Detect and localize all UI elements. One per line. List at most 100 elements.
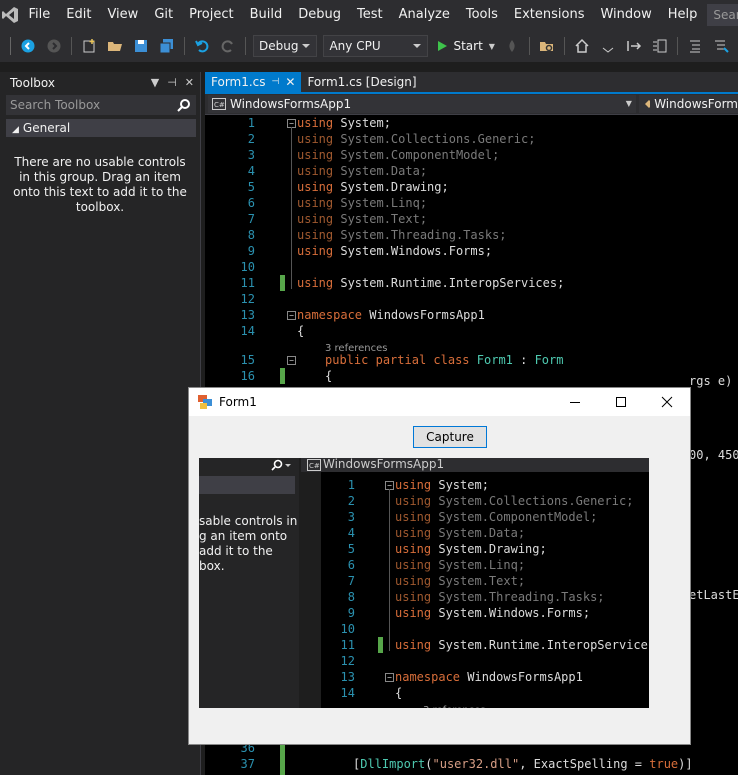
code-line[interactable]: using System.Drawing; <box>297 179 449 195</box>
toolbox-empty-message[interactable]: There are no usable controls in this gro… <box>12 155 188 215</box>
code-line[interactable]: using System; <box>297 115 391 131</box>
pin-tab-icon[interactable]: ⊣ <box>272 72 280 92</box>
menu-project[interactable]: Project <box>181 0 241 30</box>
shot-code-line[interactable]: using System.Windows.Forms; <box>395 605 590 621</box>
code-line[interactable]: [DllImport("user32.dll", ExactSpelling =… <box>353 756 693 772</box>
menu-view[interactable]: View <box>99 0 146 30</box>
new-project-icon[interactable] <box>78 35 100 57</box>
code-text: System.Drawing; <box>333 180 449 194</box>
code-line[interactable]: using System.Linq; <box>297 195 427 211</box>
project-dropdown[interactable]: C# WindowsFormsApp1 ▼ <box>208 95 636 113</box>
find-in-files-icon[interactable] <box>536 35 558 57</box>
keyword: using <box>297 132 334 146</box>
save-icon[interactable] <box>130 35 152 57</box>
menu-edit[interactable]: Edit <box>58 0 99 30</box>
code-line[interactable]: using System.Windows.Forms; <box>297 243 492 259</box>
class-dropdown[interactable]: WindowsForm <box>638 95 738 113</box>
code-line[interactable]: { <box>297 323 304 339</box>
toolbar-overflow-icon[interactable] <box>597 35 619 57</box>
shot-code-line[interactable]: using System.Text; <box>395 573 525 589</box>
open-folder-icon[interactable] <box>104 35 126 57</box>
home-icon[interactable] <box>571 35 593 57</box>
form-title-bar[interactable]: Form1 <box>189 388 690 416</box>
close-icon[interactable]: ✕ <box>185 72 194 94</box>
align-icon[interactable] <box>649 35 671 57</box>
undo-icon[interactable] <box>191 35 213 57</box>
code-line[interactable]: { <box>325 368 332 384</box>
toolbar-grip <box>10 37 11 55</box>
shot-code-line[interactable]: using System.Runtime.InteropServices; <box>395 637 649 653</box>
document-tabs: Form1.cs ⊣ ✕ Form1.cs [Design] <box>205 72 738 92</box>
shot-group-header <box>199 476 295 494</box>
hot-reload-icon[interactable] <box>501 35 523 57</box>
tab-form1-design[interactable]: Form1.cs [Design] <box>301 72 422 92</box>
shot-code-line[interactable]: using System.Data; <box>395 525 525 541</box>
menu-git[interactable]: Git <box>146 0 181 30</box>
search-box[interactable]: Search <box>707 4 738 26</box>
code-line[interactable]: using System.ComponentModel; <box>297 147 499 163</box>
code-text: System.Runtime.InteropServices; <box>333 276 565 290</box>
code-line[interactable]: namespace WindowsFormsApp1 <box>297 307 485 323</box>
shot-collapse-icon[interactable]: − <box>385 673 394 682</box>
uncomment-lines-icon[interactable] <box>710 35 732 57</box>
tab-form1-cs[interactable]: Form1.cs ⊣ ✕ <box>205 72 302 92</box>
code-fragment[interactable]: rgs e) <box>689 373 732 389</box>
redo-icon[interactable] <box>217 35 239 57</box>
chevron-down-icon[interactable]: ▼ <box>626 95 632 113</box>
menu-extensions[interactable]: Extensions <box>506 0 593 30</box>
code-line[interactable]: using System.Data; <box>297 163 427 179</box>
menu-build[interactable]: Build <box>242 0 291 30</box>
collapse-triangle-icon[interactable]: ◢ <box>12 125 19 135</box>
menu-analyze[interactable]: Analyze <box>391 0 458 30</box>
search-icon[interactable] <box>176 98 192 112</box>
save-all-icon[interactable] <box>156 35 178 57</box>
menu-file[interactable]: File <box>21 0 59 30</box>
shot-code-line[interactable]: using System.Linq; <box>395 557 525 573</box>
menu-help[interactable]: Help <box>660 0 706 30</box>
keyword: namespace <box>297 308 363 322</box>
code-line[interactable]: using System.Runtime.InteropServices; <box>297 275 564 291</box>
collapse-icon[interactable]: − <box>287 356 296 365</box>
platform-dropdown[interactable]: Any CPU <box>323 35 429 57</box>
shot-code-text: System.ComponentModel; <box>431 510 598 524</box>
menu-debug[interactable]: Debug <box>290 0 349 30</box>
code-text: System.Linq; <box>333 196 428 210</box>
shot-code-line[interactable]: { <box>395 685 402 701</box>
code-line[interactable]: using System.Text; <box>297 211 427 227</box>
comment-lines-icon[interactable] <box>684 35 706 57</box>
back-icon[interactable] <box>17 35 39 57</box>
pin-icon[interactable]: ⊣ <box>167 72 177 94</box>
code-line[interactable]: using System.Collections.Generic; <box>297 131 535 147</box>
menu-tools[interactable]: Tools <box>458 0 506 30</box>
code-fragment[interactable]: etLastE <box>689 587 738 603</box>
svg-text:C#: C# <box>214 101 225 109</box>
shot-code-line[interactable]: using System.Drawing; <box>395 541 547 557</box>
step-icon[interactable] <box>623 35 645 57</box>
shot-code-line[interactable]: using System.Collections.Generic; <box>395 493 633 509</box>
code-line[interactable]: public partial class Form1 : Form <box>325 352 563 368</box>
minimize-button[interactable] <box>552 388 598 416</box>
shot-code-line[interactable]: namespace WindowsFormsApp1 <box>395 669 583 685</box>
shot-code-text: System.Windows.Forms; <box>431 606 591 620</box>
close-button[interactable] <box>644 388 690 416</box>
collapse-icon[interactable]: − <box>287 311 296 320</box>
shot-code-line[interactable]: using System; <box>395 477 489 493</box>
toolbox-group-general[interactable]: ◢ General <box>6 119 196 137</box>
menu-items: File Edit View Git Project Build Debug Test Anal… <box>21 0 706 30</box>
window-position-dropdown-icon[interactable]: ▼ <box>151 72 159 94</box>
shot-code-line[interactable]: using System.Threading.Tasks; <box>395 589 605 605</box>
code-line[interactable]: using System.Threading.Tasks; <box>297 227 507 243</box>
line-number: 15 <box>240 353 255 367</box>
menu-test[interactable]: Test <box>349 0 391 30</box>
code-fragment[interactable]: 00, 450 <box>689 447 738 463</box>
capture-button[interactable]: Capture <box>413 426 487 448</box>
toolbox-search-input[interactable]: Search Toolbox <box>6 95 196 115</box>
forward-icon[interactable] <box>43 35 65 57</box>
chevron-down-icon[interactable]: ▼ <box>489 42 495 51</box>
close-tab-icon[interactable]: ✕ <box>285 72 295 92</box>
menu-window[interactable]: Window <box>592 0 659 30</box>
shot-code-line[interactable]: using System.ComponentModel; <box>395 509 597 525</box>
configuration-dropdown[interactable]: Debug <box>253 35 318 57</box>
start-button[interactable]: Start ▼ <box>435 39 495 53</box>
maximize-button[interactable] <box>598 388 644 416</box>
